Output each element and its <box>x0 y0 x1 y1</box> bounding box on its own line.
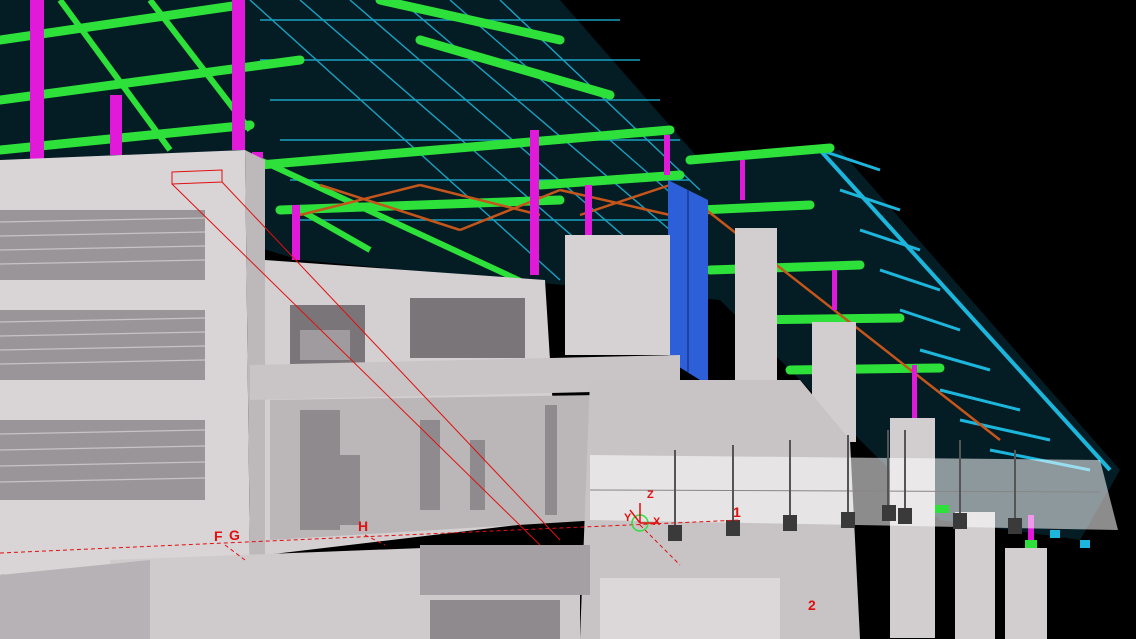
grid-label-f: F <box>214 528 223 544</box>
axis-y-label: Y <box>624 512 632 524</box>
grid-label-1: 1 <box>733 504 741 520</box>
model-scene[interactable] <box>0 0 1136 639</box>
axis-x-label: X <box>653 516 661 528</box>
3d-model-viewport[interactable]: F G H 1 2 Z Y X <box>0 0 1136 639</box>
grid-label-2: 2 <box>808 597 816 613</box>
grid-label-g: G <box>229 527 240 543</box>
blue-glazing-panel <box>668 180 708 385</box>
grid-label-h: H <box>358 518 369 534</box>
axis-z-label: Z <box>647 489 654 501</box>
